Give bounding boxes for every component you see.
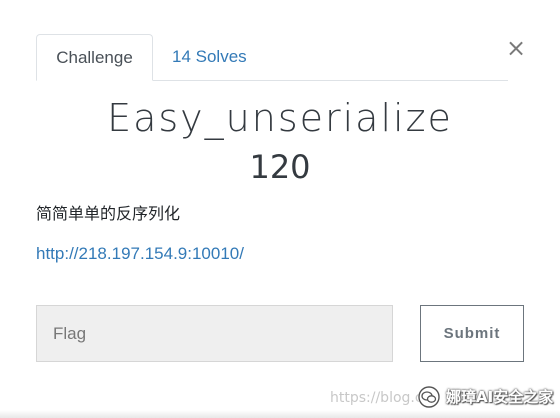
close-icon[interactable]: ×: [506, 36, 526, 60]
challenge-modal: Challenge 14 Solves × Easy_unserialize 1…: [0, 0, 560, 418]
watermark-url: https://blog.c: [330, 390, 423, 406]
submit-button[interactable]: Submit: [420, 305, 524, 362]
challenge-title: Easy_unserialize: [107, 96, 453, 140]
challenge-link[interactable]: http://218.197.154.9:10010/: [36, 244, 244, 264]
watermark: https://blog.c 娜璋AI安全之家: [300, 384, 560, 412]
bottom-edge: [0, 410, 560, 418]
challenge-description: 简简单单的反序列化: [36, 204, 181, 223]
watermark-account-name: 娜璋AI安全之家: [446, 388, 554, 406]
wechat-icon: [418, 386, 440, 408]
challenge-points: 120: [249, 148, 311, 186]
flag-input[interactable]: [36, 305, 393, 362]
tab-challenge[interactable]: Challenge: [36, 34, 153, 81]
tab-bar: Challenge 14 Solves: [36, 34, 508, 81]
tab-solves[interactable]: 14 Solves: [172, 34, 247, 80]
